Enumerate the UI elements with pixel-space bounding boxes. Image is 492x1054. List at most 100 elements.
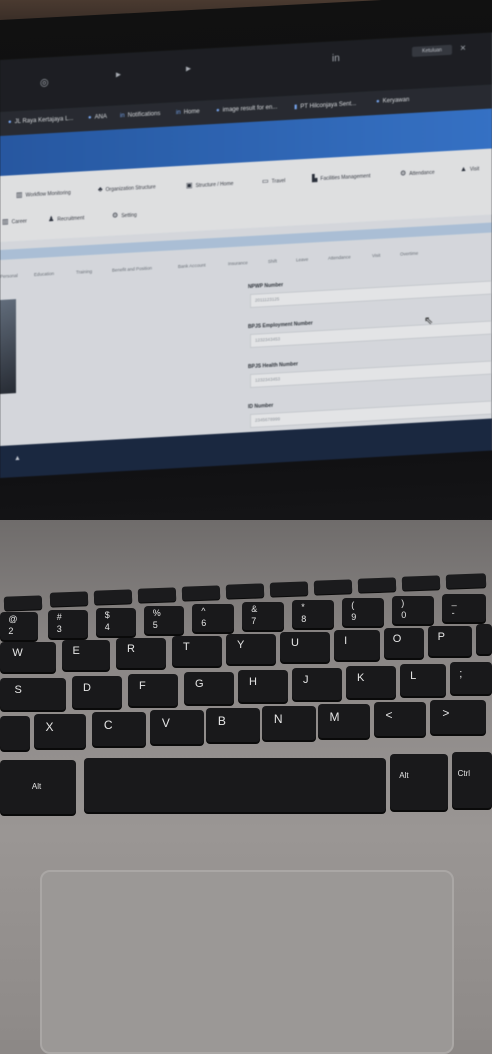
key-2[interactable]: @2 [0,612,38,640]
org-icon: ♣ [98,186,103,194]
window-button[interactable]: Ketuluan [412,44,452,57]
bookmark-icon: ▮ [294,104,298,111]
key-o[interactable]: O [384,628,424,658]
key-s[interactable]: S [0,678,66,710]
bpjs-employment-label: BPJS Employment Number [248,320,313,331]
key-y[interactable]: Y [226,634,276,664]
function-key[interactable] [269,581,309,597]
key-w[interactable]: W [0,642,56,672]
key-ctrl[interactable]: Ctrl [452,752,492,808]
linkedin-icon[interactable]: in [332,53,340,64]
tab-icon[interactable]: ▸ [186,63,191,74]
key-6[interactable]: ^ 6 [192,604,234,632]
tab-benefit[interactable]: Benefit and Position [112,266,152,273]
function-key[interactable] [225,583,265,599]
chrome-icon[interactable]: ◎ [40,77,49,88]
key-c[interactable]: C [92,712,146,746]
key-u[interactable]: U [280,632,330,662]
employee-photo [0,299,16,394]
key-0[interactable]: ) 0 [392,596,434,624]
key-n[interactable]: N [262,706,316,740]
tab-icon[interactable]: ▸ [116,69,121,80]
function-key[interactable] [93,589,133,605]
key-7[interactable]: & 7 [242,602,284,630]
key-m[interactable]: M [318,704,370,738]
building-icon: ▙ [312,175,318,183]
menu-item-setting[interactable]: ⚙ Setting [112,210,137,219]
key-i[interactable]: I [334,630,380,660]
key-e[interactable]: E [62,640,110,670]
key-space[interactable] [84,758,386,812]
key-minus[interactable]: _ - [442,594,486,622]
key-4[interactable]: $4 [96,608,136,636]
function-key[interactable] [313,579,353,595]
google-icon: ● [216,107,220,114]
key-period[interactable]: > [430,700,486,734]
menu-item-visit[interactable]: ▲ Visit [460,165,479,173]
bookmark[interactable]: in Home [176,109,200,116]
tab-overtime[interactable]: Overtime [400,251,418,257]
bookmark[interactable]: ▮ PT Hilconjaya Sent... [294,100,356,110]
key-j[interactable]: J [292,668,342,700]
key-g[interactable]: G [184,672,234,704]
function-key[interactable] [181,585,221,601]
npwp-label: NPWP Number [248,282,284,291]
key-semicolon[interactable]: ; [450,662,492,694]
key-shift-left[interactable] [0,716,30,750]
linkedin-icon: in [120,113,125,120]
key-p[interactable]: P [428,626,472,656]
key-alt-left[interactable]: Alt [0,760,76,814]
npwp-field[interactable]: 2011123125 [250,280,492,309]
menu-item-structure[interactable]: ▣ Structure / Home [186,179,233,190]
key-x[interactable]: X [34,714,86,748]
key-8[interactable]: * 8 [292,600,334,628]
function-key[interactable] [445,573,487,589]
menu-item-organization[interactable]: ♣ Organization Structure [98,183,156,193]
key-f[interactable]: F [128,674,178,706]
key-comma[interactable]: < [374,702,426,736]
key-h[interactable]: H [238,670,288,702]
menu-item-workflow[interactable]: ▥ Workflow Monitoring [16,188,71,199]
key-v[interactable]: V [150,710,204,744]
tab-personal[interactable]: Personal [0,273,18,279]
key-r[interactable]: R [116,638,166,668]
menu-item-recruitment[interactable]: ♟ Recruitment [48,213,84,223]
gear-icon: ⚙ [112,212,119,220]
tab-training[interactable]: Training [76,269,92,275]
bookmark[interactable]: ● Keryawan [376,97,409,105]
menu-item-career[interactable]: ▥ Career [2,216,27,225]
touchpad[interactable] [40,870,454,1054]
tab-insurance[interactable]: Insurance [228,260,248,266]
close-icon[interactable]: × [460,43,466,54]
tab-shift[interactable]: Shift [268,259,277,265]
tab-bank-account[interactable]: Bank Account [178,263,206,270]
chevron-up-icon[interactable]: ▲ [14,455,21,462]
key-bracket[interactable] [476,624,492,654]
key-t[interactable]: T [172,636,222,666]
bookmark[interactable]: ● image result for en... [216,104,277,113]
bookmark[interactable]: in Notifications [120,111,160,119]
menu-item-attendance[interactable]: ⚙ Attendance [400,168,435,178]
tab-education[interactable]: Education [34,271,54,277]
function-key[interactable] [3,595,43,611]
function-key[interactable] [137,587,177,603]
tab-visit[interactable]: Visit [372,253,380,258]
menu-item-facilities[interactable]: ▙ Facilities Management [312,171,370,182]
function-key[interactable] [401,575,441,591]
key-alt-right[interactable]: Alt [390,754,448,810]
function-key[interactable] [49,591,89,607]
key-l[interactable]: L [400,664,446,696]
bookmark[interactable]: ● JL Raya Kertajaya L... [8,116,73,126]
bookmark[interactable]: ● ANA [88,114,107,121]
tab-leave[interactable]: Leave [296,257,308,263]
function-key[interactable] [357,577,397,593]
gear-icon: ⚙ [400,170,407,178]
key-3[interactable]: #3 [48,610,88,638]
tab-attendance[interactable]: Attendance [328,254,351,260]
key-5[interactable]: % 5 [144,606,184,634]
key-d[interactable]: D [72,676,122,708]
menu-item-travel[interactable]: ▭ Travel [262,176,285,185]
key-k[interactable]: K [346,666,396,698]
key-9[interactable]: (9 [342,598,384,626]
key-b[interactable]: B [206,708,260,742]
